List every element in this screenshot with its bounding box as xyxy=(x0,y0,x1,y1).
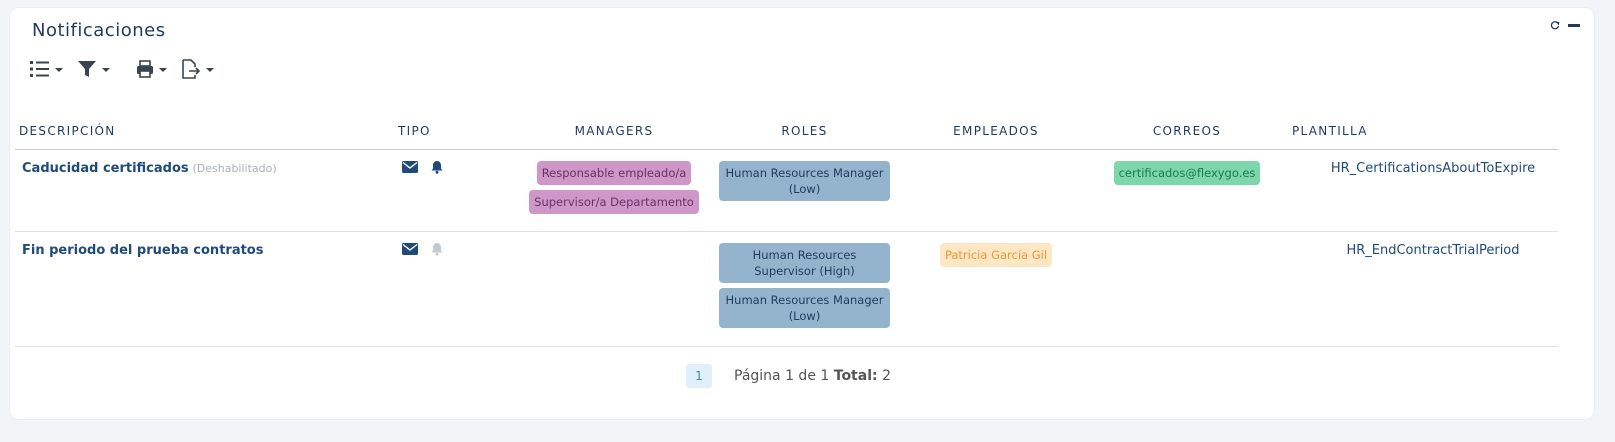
chevron-down-icon xyxy=(55,68,63,72)
description-cell: Caducidad certificados (Deshabilitado) xyxy=(15,149,398,232)
manager-badge: Responsable empleado/a xyxy=(536,160,692,185)
toolbar xyxy=(30,58,228,80)
email-badge: certificados@flexygo.es xyxy=(1113,160,1261,185)
template-cell: HR_CertificationsAboutToExpire xyxy=(1278,149,1558,232)
employee-badge: Patricia García Gil xyxy=(939,242,1053,267)
role-badge: Human Resources Manager (Low) xyxy=(719,160,890,201)
list-view-icon xyxy=(30,61,49,77)
employees-cell xyxy=(896,149,1096,232)
bell-icon xyxy=(431,160,443,174)
role-badge: Human Resources Manager (Low) xyxy=(719,287,890,328)
notifications-table: DESCRIPCIÓN TIPO MANAGERS ROLES EMPLEADO… xyxy=(15,113,1558,347)
chevron-down-icon xyxy=(206,68,214,72)
notification-name[interactable]: Fin periodo del prueba contratos xyxy=(22,243,263,258)
notification-name[interactable]: Caducidad certificados xyxy=(22,161,189,176)
print-icon xyxy=(137,60,153,78)
window-controls xyxy=(1550,20,1580,30)
manager-badge: Supervisor/a Departamento xyxy=(529,189,699,214)
page-info: Página 1 de 1 Total: 2 xyxy=(734,368,891,384)
chevron-down-icon xyxy=(159,68,167,72)
pagination: 1 Página 1 de 1 Total: 2 xyxy=(686,364,891,388)
total-label: Total: xyxy=(833,368,878,384)
refresh-icon[interactable] xyxy=(1550,20,1560,30)
template-cell: HR_EndContractTrialPeriod xyxy=(1278,231,1558,347)
table-row[interactable]: Fin periodo del prueba contratos Human R… xyxy=(15,231,1558,347)
page-button[interactable]: 1 xyxy=(686,364,712,388)
description-cell: Fin periodo del prueba contratos xyxy=(15,231,398,347)
column-header-correos[interactable]: CORREOS xyxy=(1096,113,1278,150)
print-button[interactable] xyxy=(136,58,167,80)
column-header-managers[interactable]: MANAGERS xyxy=(515,113,713,150)
export-button[interactable] xyxy=(181,58,214,80)
column-header-roles[interactable]: ROLES xyxy=(713,113,896,150)
list-view-button[interactable] xyxy=(30,58,63,80)
export-icon xyxy=(182,59,201,79)
emails-cell xyxy=(1096,231,1278,347)
notifications-panel: Notificaciones DESCRIPCIÓN TIPO MANAGERS… xyxy=(9,7,1595,420)
roles-cell: Human Resources Supervisor (High) Human … xyxy=(713,231,896,347)
total-value: 2 xyxy=(882,368,891,384)
emails-cell: certificados@flexygo.es xyxy=(1096,149,1278,232)
email-icon xyxy=(402,160,418,173)
table-header-row: DESCRIPCIÓN TIPO MANAGERS ROLES EMPLEADO… xyxy=(15,113,1558,150)
bell-icon xyxy=(431,242,443,256)
column-header-empleados[interactable]: EMPLEADOS xyxy=(896,113,1096,150)
managers-cell: Responsable empleado/a Supervisor/a Depa… xyxy=(515,149,713,232)
panel-title: Notificaciones xyxy=(32,20,166,41)
filter-button[interactable] xyxy=(77,58,110,80)
filter-icon xyxy=(78,61,96,77)
page-text: Página 1 de 1 xyxy=(734,368,830,384)
table-row[interactable]: Caducidad certificados (Deshabilitado) R… xyxy=(15,149,1558,232)
chevron-down-icon xyxy=(102,68,110,72)
minimize-icon[interactable] xyxy=(1568,24,1580,27)
managers-cell xyxy=(515,231,713,347)
column-header-plantilla[interactable]: PLANTILLA xyxy=(1278,113,1558,150)
role-badge: Human Resources Supervisor (High) xyxy=(719,242,890,283)
type-cell xyxy=(398,149,515,232)
column-header-descripcion[interactable]: DESCRIPCIÓN xyxy=(15,113,398,150)
column-header-tipo[interactable]: TIPO xyxy=(398,113,515,150)
roles-cell: Human Resources Manager (Low) xyxy=(713,149,896,232)
email-icon xyxy=(402,242,418,255)
status-label: (Deshabilitado) xyxy=(192,161,277,175)
type-cell xyxy=(398,231,515,347)
employees-cell: Patricia García Gil xyxy=(896,231,1096,347)
